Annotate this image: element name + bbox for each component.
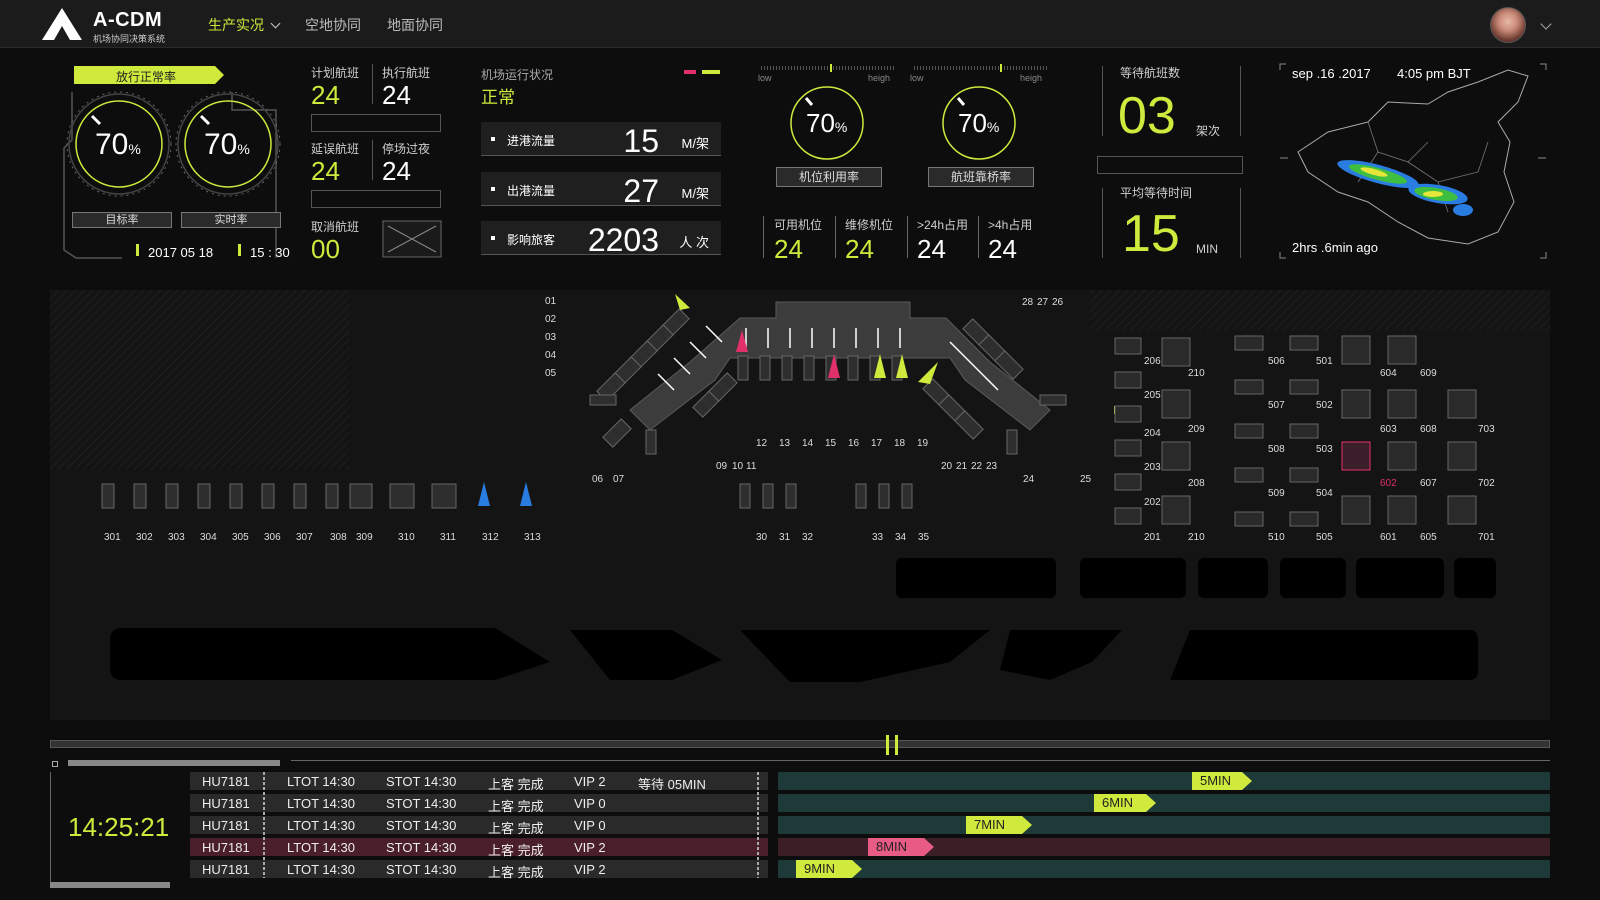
wait-bar[interactable]: 7MIN (966, 816, 1032, 834)
avg-wait-label: 平均等待时间 (1120, 186, 1193, 200)
divider (372, 140, 373, 180)
chevron-down-icon[interactable] (1540, 18, 1552, 30)
available-stands-label: 可用机位 (774, 218, 823, 232)
status-dot-yellow (702, 70, 720, 74)
delayed-value: 24 (311, 156, 340, 186)
gantt-row: 5MIN (778, 772, 1550, 790)
timeline-scrubber[interactable] (50, 740, 1550, 748)
wait-bar[interactable]: 5MIN (1192, 772, 1252, 790)
actual-rate-value: 70% (204, 128, 250, 161)
wait-bar[interactable]: 8MIN (868, 838, 934, 856)
bridge-rate-label: 航班靠桥率 (928, 167, 1034, 187)
waiting-count-unit: 架次 (1196, 124, 1221, 138)
wait-bar[interactable]: 9MIN (796, 860, 862, 878)
outbound-flow-row: 出港流量 27 M/架 (481, 172, 721, 209)
logo-icon (42, 8, 82, 40)
release-frame (63, 91, 281, 259)
nav-ground[interactable]: 地面协同 (387, 15, 443, 35)
row-separators (263, 772, 759, 878)
low-label: low (758, 73, 772, 83)
bridge-rate-value: 70% (958, 108, 1000, 138)
inbound-flow-row: 进港流量 15 M/架 (481, 122, 721, 159)
executed-value: 24 (382, 80, 411, 110)
available-stands-value: 24 (774, 234, 803, 264)
actual-rate-label: 实时率 (181, 212, 281, 228)
status-dot-red (684, 70, 696, 74)
planned-label: 计划航班 (311, 66, 360, 80)
brand-title: A-CDM (93, 9, 163, 31)
avg-wait-unit: MIN (1196, 242, 1218, 256)
release-date: 2017 05 18 (148, 245, 214, 260)
weather-date: sep .16 .2017 (1292, 66, 1371, 81)
over4h-label: >4h占用 (988, 218, 1033, 232)
affected-passengers-row: 影响旅客 2203 人 次 (481, 221, 721, 258)
airport-status-value: 正常 (481, 88, 515, 107)
overnight-label: 停场过夜 (382, 142, 431, 156)
weather-updated: 2hrs .6min ago (1292, 240, 1378, 255)
maintenance-stands-value: 24 (845, 234, 874, 264)
nav-production[interactable]: 生产实况 (208, 15, 281, 35)
high-label: heigh (1020, 73, 1043, 83)
planned-value: 24 (311, 80, 340, 110)
delayed-label: 延误航班 (311, 142, 360, 156)
target-rate-value: 70% (95, 128, 141, 161)
executed-label: 执行航班 (382, 66, 431, 80)
date-marker (136, 244, 139, 256)
airport-status-label: 机场运行状况 (481, 68, 554, 82)
stand-rate-label: 机位利用率 (776, 167, 882, 187)
target-rate-label: 目标率 (72, 212, 172, 228)
flights-bar-1 (311, 114, 441, 132)
wait-bar[interactable]: 6MIN (1094, 794, 1156, 812)
weather-time: 4:05 pm BJT (1397, 66, 1471, 81)
avatar[interactable] (1490, 7, 1526, 43)
chevron-down-icon (270, 18, 281, 29)
time-marker (238, 244, 241, 256)
timeline-handle[interactable] (886, 735, 898, 755)
radar-echo (1337, 160, 1473, 216)
nav-air-ground[interactable]: 空地协同 (305, 15, 361, 35)
cancel-box (382, 220, 442, 258)
overnight-value: 24 (382, 156, 411, 186)
current-clock: 14:25:21 (68, 812, 170, 842)
scroll-indicator[interactable] (68, 760, 280, 766)
cancel-value: 00 (311, 234, 340, 264)
over4h-value: 24 (988, 234, 1017, 264)
gantt-row: 7MIN (778, 816, 1550, 834)
over24h-label: >24h占用 (917, 218, 969, 232)
high-label: heigh (868, 73, 891, 83)
low-label: low (910, 73, 924, 83)
gantt-row: 6MIN (778, 794, 1550, 812)
cancel-label: 取消航班 (311, 220, 360, 234)
waiting-count-value: 03 (1118, 87, 1176, 145)
over24h-value: 24 (917, 234, 946, 264)
top-bar: A-CDM 机场协同决策系统 生产实况 空地协同 地面协同 (0, 0, 1600, 48)
waiting-bar (1097, 156, 1243, 174)
acdm-dashboard: { "header": { "brand": "A-CDM", "brand_s… (0, 0, 1600, 900)
divider (372, 64, 373, 104)
stand-rate-value: 70% (806, 108, 848, 138)
maintenance-stands-label: 维修机位 (845, 218, 894, 232)
gantt-row: 9MIN (778, 860, 1550, 878)
gantt-row: 8MIN (778, 838, 1550, 856)
flights-bar-2 (311, 190, 441, 208)
apron-map-drawing (50, 290, 1550, 682)
brand-subtitle: 机场协同决策系统 (93, 34, 166, 44)
release-time: 15 : 30 (250, 245, 290, 260)
avg-wait-value: 15 (1122, 205, 1180, 263)
waiting-count-label: 等待航班数 (1120, 66, 1181, 80)
weather-radar-map (1279, 63, 1547, 259)
